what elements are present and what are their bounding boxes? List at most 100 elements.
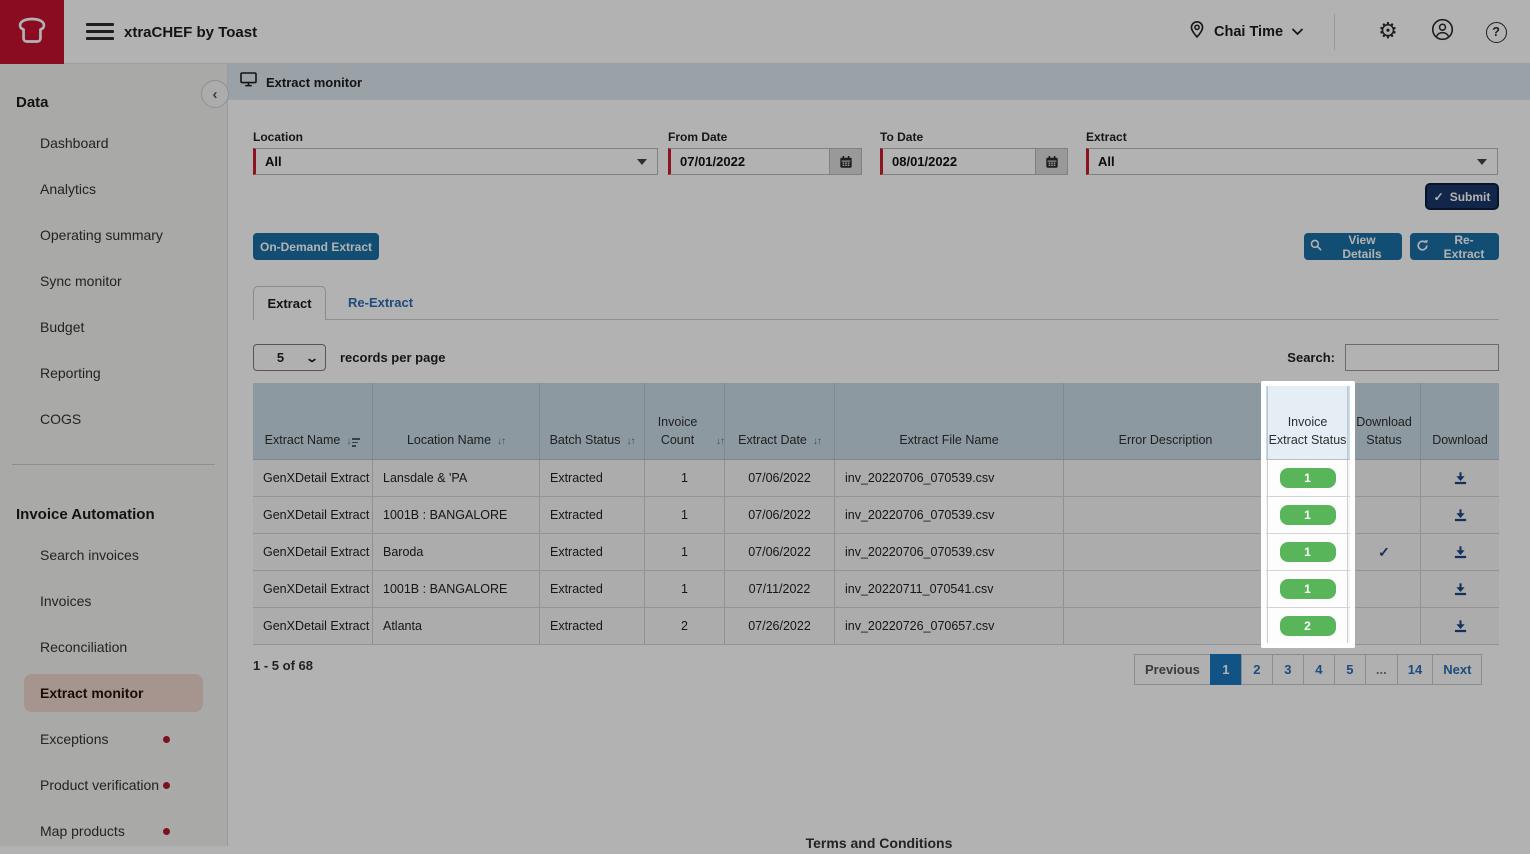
cell-extract-name: GenXDetail Extract xyxy=(253,460,373,496)
tab-re-extract[interactable]: Re-Extract xyxy=(348,295,413,319)
download-icon[interactable] xyxy=(1453,582,1468,597)
chevron-down-icon xyxy=(1291,23,1304,41)
calendar-icon xyxy=(839,155,853,169)
sidebar-item-map-products[interactable]: Map products xyxy=(0,808,227,854)
terms-and-conditions-link[interactable]: Terms and Conditions xyxy=(228,835,1530,851)
cell-extract-file-name: inv_20220706_070539.csv xyxy=(835,497,1064,533)
sidebar-item-reporting[interactable]: Reporting xyxy=(0,350,227,396)
on-demand-extract-button[interactable]: On-Demand Extract xyxy=(253,233,379,260)
sort-both-icon: ↓↑ xyxy=(716,434,724,450)
location-select-value: All xyxy=(256,154,637,169)
cell-download-status: ✓ xyxy=(1348,534,1421,570)
view-details-button[interactable]: View Details xyxy=(1304,233,1402,260)
sidebar-collapse-button[interactable]: ‹ xyxy=(201,80,229,108)
cell-error-description xyxy=(1064,497,1268,533)
table-row[interactable]: GenXDetail Extract1001B : BANGALOREExtra… xyxy=(253,497,1499,534)
refresh-icon xyxy=(1416,239,1429,255)
sort-descending-icon: ↓ xyxy=(346,434,360,450)
sidebar-item-reconciliation[interactable]: Reconciliation xyxy=(0,624,227,670)
sidebar-item-label: Budget xyxy=(40,319,84,335)
pagination-page-14-button[interactable]: 14 xyxy=(1397,654,1433,685)
sidebar-item-extract-monitor[interactable]: Extract monitor xyxy=(24,674,203,712)
select-caret-icon xyxy=(1477,159,1487,165)
download-icon[interactable] xyxy=(1453,545,1468,560)
download-icon[interactable] xyxy=(1453,471,1468,486)
pagination-next-button[interactable]: Next xyxy=(1432,654,1482,685)
invoice-extract-status-badge: 2 xyxy=(1280,616,1336,636)
to-date-calendar-button[interactable] xyxy=(1035,149,1067,174)
sidebar-item-label: Dashboard xyxy=(40,135,109,151)
pagination-page-3-button[interactable]: 3 xyxy=(1272,654,1304,685)
table-row[interactable]: GenXDetail Extract1001B : BANGALOREExtra… xyxy=(253,571,1499,608)
sidebar-item-cogs[interactable]: COGS xyxy=(0,396,227,442)
column-header-label: Invoice Count xyxy=(645,413,710,451)
table-row[interactable]: GenXDetail ExtractLansdale & 'PAExtracte… xyxy=(253,460,1499,497)
tab-extract[interactable]: Extract xyxy=(253,286,326,320)
cell-error-description xyxy=(1064,460,1268,496)
pagination-previous-button[interactable]: Previous xyxy=(1134,654,1211,685)
sidebar-section-invoice-automation: Invoice Automation xyxy=(0,498,227,532)
hamburger-menu-icon[interactable] xyxy=(86,23,114,41)
cell-batch-status: Extracted xyxy=(540,460,645,496)
sidebar-item-label: Search invoices xyxy=(40,547,139,563)
pagination-page-4-button[interactable]: 4 xyxy=(1303,654,1335,685)
settings-button[interactable]: ⚙ xyxy=(1361,21,1415,43)
pagination-page-2-button[interactable]: 2 xyxy=(1241,654,1273,685)
sidebar-item-analytics[interactable]: Analytics xyxy=(0,166,227,212)
cell-extract-date: 07/06/2022 xyxy=(725,497,835,533)
pagination-page-5-button[interactable]: 5 xyxy=(1334,654,1366,685)
column-header-label: Extract Name xyxy=(265,431,341,450)
toast-logo[interactable] xyxy=(0,0,64,64)
location-picker[interactable]: Chai Time xyxy=(1188,20,1304,45)
column-header-invoice-count[interactable]: Invoice Count ↓↑ xyxy=(645,383,725,459)
column-header-label: Location Name xyxy=(407,431,491,450)
from-date-calendar-button[interactable] xyxy=(829,149,861,174)
sidebar-item-sync-monitor[interactable]: Sync monitor xyxy=(0,258,227,304)
column-header-extract-date[interactable]: Extract Date↓↑ xyxy=(725,383,835,459)
column-header-download-status: Download Status xyxy=(1348,383,1421,459)
download-icon[interactable] xyxy=(1453,619,1468,634)
from-date-input[interactable]: 07/01/2022 xyxy=(671,154,829,169)
cell-location-name: 1001B : BANGALORE xyxy=(373,497,540,533)
table-row[interactable]: GenXDetail ExtractBarodaExtracted107/06/… xyxy=(253,534,1499,571)
sidebar-nav: DataDashboardAnalyticsOperating summaryS… xyxy=(0,64,228,846)
search-input[interactable] xyxy=(1345,344,1499,371)
submit-button[interactable]: ✓ Submit xyxy=(1425,183,1499,210)
extract-select[interactable]: All xyxy=(1086,148,1498,175)
records-per-page-select[interactable]: 5 ⌄ xyxy=(253,344,326,371)
invoice-extract-status-badge: 1 xyxy=(1280,468,1336,488)
from-date-field: 07/01/2022 xyxy=(668,148,862,175)
sidebar-item-search-invoices[interactable]: Search invoices xyxy=(0,532,227,578)
sidebar-item-budget[interactable]: Budget xyxy=(0,304,227,350)
account-icon xyxy=(1431,18,1454,46)
help-button[interactable]: ? xyxy=(1469,22,1523,43)
topbar-divider xyxy=(1334,14,1335,50)
cell-extract-file-name: inv_20220706_070539.csv xyxy=(835,534,1064,570)
column-header-batch-status[interactable]: Batch Status↓↑ xyxy=(540,383,645,459)
sidebar-item-exceptions[interactable]: Exceptions xyxy=(0,716,227,762)
notification-dot-icon xyxy=(163,782,170,789)
cell-extract-date: 07/06/2022 xyxy=(725,534,835,570)
pagination-summary: 1 - 5 of 68 xyxy=(253,658,313,673)
to-date-input[interactable]: 08/01/2022 xyxy=(883,154,1035,169)
pagination: Previous12345...14Next xyxy=(1135,654,1482,685)
sidebar-item-product-verification[interactable]: Product verification xyxy=(0,762,227,808)
top-right-cluster: Chai Time ⚙ ? xyxy=(1188,0,1523,64)
cell-invoice-extract-status: 2 xyxy=(1268,608,1348,644)
column-header-location-name[interactable]: Location Name↓↑ xyxy=(373,383,540,459)
pagination-page-1-button[interactable]: 1 xyxy=(1210,654,1242,685)
to-date-field: 08/01/2022 xyxy=(880,148,1068,175)
main-content: Extract monitor Location From Date To Da… xyxy=(228,64,1530,846)
table-row[interactable]: GenXDetail ExtractAtlantaExtracted207/26… xyxy=(253,608,1499,645)
sidebar-item-dashboard[interactable]: Dashboard xyxy=(0,120,227,166)
top-bar: xtraCHEF by Toast Chai Time ⚙ xyxy=(0,0,1530,64)
account-button[interactable] xyxy=(1415,18,1469,46)
sidebar-item-invoices[interactable]: Invoices xyxy=(0,578,227,624)
download-icon[interactable] xyxy=(1453,508,1468,523)
column-header-extract-name[interactable]: Extract Name ↓ xyxy=(253,383,373,459)
sidebar-item-label: Operating summary xyxy=(40,227,163,243)
sidebar-item-operating-summary[interactable]: Operating summary xyxy=(0,212,227,258)
current-location-name: Chai Time xyxy=(1214,24,1283,40)
location-select[interactable]: All xyxy=(253,148,658,175)
re-extract-button[interactable]: Re-Extract xyxy=(1410,233,1499,260)
